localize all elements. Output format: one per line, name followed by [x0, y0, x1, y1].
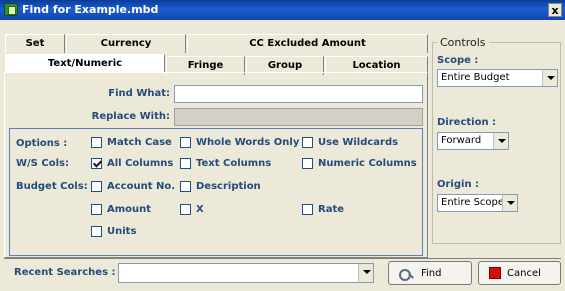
numeric-columns-checkbox[interactable]: Numeric Columns	[302, 158, 417, 169]
find-button-label: Find	[421, 267, 442, 279]
cancel-button[interactable]: Cancel	[478, 261, 561, 285]
amount-label: Amount	[107, 204, 152, 215]
search-icon	[399, 267, 415, 281]
checkbox-box	[302, 204, 313, 215]
match-case-label: Match Case	[107, 137, 172, 148]
checkbox-box	[180, 137, 191, 148]
description-label: Description	[196, 181, 261, 192]
origin-label: Origin :	[437, 179, 480, 190]
title-bar: Find for Example.mbd x	[0, 0, 565, 20]
tab-label: CC Excluded Amount	[249, 38, 366, 49]
checkbox-box	[91, 226, 102, 237]
x-checkbox[interactable]: X	[180, 204, 204, 215]
app-icon	[4, 3, 18, 16]
all-columns-checkbox[interactable]: All Columns	[91, 158, 173, 169]
checkbox-box	[91, 137, 102, 148]
whole-words-only-checkbox[interactable]: Whole Words Only	[180, 137, 299, 148]
cancel-button-label: Cancel	[507, 267, 541, 279]
tab-text-numeric[interactable]: Text/Numeric	[5, 54, 165, 73]
find-button[interactable]: Find	[388, 261, 472, 285]
checkbox-box	[180, 204, 191, 215]
chevron-down-icon[interactable]	[358, 264, 373, 282]
tab-label: Set	[25, 38, 45, 49]
direction-select[interactable]: Forward	[437, 132, 509, 150]
options-label: Options :	[16, 138, 68, 149]
use-wildcards-label: Use Wildcards	[318, 137, 399, 148]
tab-label: Fringe	[187, 60, 224, 71]
scope-select[interactable]: Entire Budget	[437, 69, 558, 87]
tab-label: Group	[267, 60, 303, 71]
tab-label: Location	[352, 60, 401, 71]
rate-checkbox[interactable]: Rate	[302, 204, 344, 215]
rate-label: Rate	[318, 204, 345, 215]
match-case-checkbox[interactable]: Match Case	[91, 137, 172, 148]
tab-label: Text/Numeric	[47, 58, 123, 69]
recent-searches-select[interactable]	[118, 263, 374, 283]
units-label: Units	[107, 226, 137, 237]
direction-value: Forward	[441, 135, 482, 146]
all-columns-label: All Columns	[107, 158, 174, 169]
x-label: X	[196, 204, 204, 215]
origin-select[interactable]: Entire Scope	[437, 194, 518, 212]
replace-with-input	[174, 108, 423, 126]
cancel-icon	[489, 267, 501, 279]
controls-legend: Controls	[437, 36, 489, 49]
tab-cc-excluded-amount[interactable]: CC Excluded Amount	[187, 34, 428, 53]
checkbox-box	[91, 181, 102, 192]
scope-value: Entire Budget	[441, 72, 510, 83]
whole-words-only-label: Whole Words Only	[196, 137, 300, 148]
close-button[interactable]: x	[548, 3, 562, 17]
tab-set[interactable]: Set	[5, 34, 65, 53]
checkbox-box	[180, 181, 191, 192]
recent-searches-label: Recent Searches :	[14, 267, 116, 278]
use-wildcards-checkbox[interactable]: Use Wildcards	[302, 137, 398, 148]
direction-label: Direction :	[437, 117, 497, 128]
account-no-label: Account No.	[107, 181, 176, 192]
ws-cols-label: W/S Cols:	[16, 158, 69, 169]
scope-label: Scope :	[437, 55, 479, 66]
tab-label: Currency	[100, 38, 152, 49]
chevron-down-icon[interactable]	[542, 70, 557, 86]
origin-value: Entire Scope	[441, 197, 505, 208]
text-columns-label: Text Columns	[196, 158, 272, 169]
units-checkbox[interactable]: Units	[91, 226, 136, 237]
checkbox-box	[180, 158, 191, 169]
find-what-label: Find What:	[108, 88, 170, 99]
amount-checkbox[interactable]: Amount	[91, 204, 151, 215]
checkbox-box-checked	[91, 158, 102, 169]
text-columns-checkbox[interactable]: Text Columns	[180, 158, 271, 169]
chevron-down-icon[interactable]	[502, 195, 517, 211]
window-title: Find for Example.mbd	[22, 3, 159, 16]
description-checkbox[interactable]: Description	[180, 181, 261, 192]
checkbox-box	[302, 137, 313, 148]
replace-with-label: Replace With:	[91, 111, 170, 122]
numeric-columns-label: Numeric Columns	[318, 158, 417, 169]
checkbox-box	[91, 204, 102, 215]
account-no-checkbox[interactable]: Account No.	[91, 181, 175, 192]
checkbox-box	[302, 158, 313, 169]
chevron-down-icon[interactable]	[493, 133, 508, 149]
tab-currency[interactable]: Currency	[66, 34, 186, 53]
budget-cols-label: Budget Cols:	[16, 181, 88, 192]
find-what-input[interactable]	[174, 85, 423, 103]
